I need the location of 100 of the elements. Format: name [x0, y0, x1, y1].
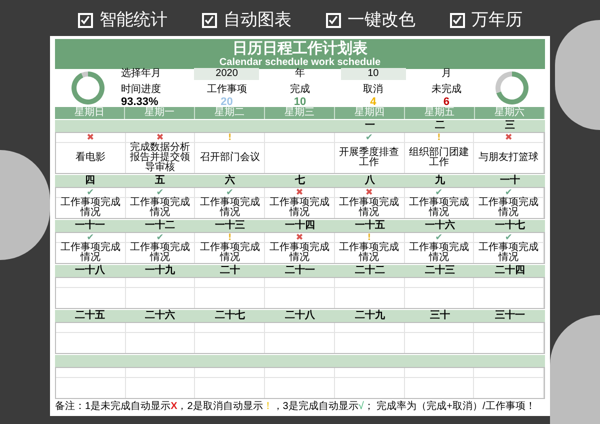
- task-text: 完成数据分析报告并提交领导审核: [129, 143, 192, 173]
- day-cell: [56, 278, 126, 308]
- status-mark: ✔: [156, 188, 164, 198]
- day-cell: [195, 323, 266, 353]
- weekday-header: 星期四: [335, 107, 405, 119]
- date-label: 二十三: [425, 265, 455, 277]
- stat-value: 4: [370, 96, 376, 108]
- status-mark: ✖: [156, 132, 164, 142]
- task-text: 召开部门会议: [200, 153, 260, 163]
- task-text: 工作事项完成情况: [59, 243, 122, 263]
- date-label: 一十四: [285, 220, 315, 232]
- date-label: 二十八: [285, 310, 315, 322]
- task-text: 开展季度排查工作: [338, 148, 400, 168]
- footnote: 备注：1是未完成自动显示X，2是取消自动显示！，3是完成自动显示√； 完成率为（完成+取消）/工作事项！: [55, 401, 536, 413]
- status-mark: ✔: [86, 188, 94, 198]
- check-icon: [452, 15, 462, 25]
- stat-value: 6: [443, 96, 450, 108]
- title: 日历日程工作计划表: [232, 40, 368, 57]
- date-label: 二十一: [285, 265, 315, 277]
- unit-label: 年: [294, 68, 306, 80]
- weekday-header: 星期六: [475, 107, 545, 119]
- date-label: 一十八: [75, 265, 105, 277]
- day-cell: [265, 278, 335, 308]
- task-text: 工作事项完成情况: [268, 243, 330, 263]
- date-label: 二十二: [355, 265, 385, 277]
- date-label: 一: [365, 120, 375, 132]
- status-mark: ✔: [504, 188, 512, 198]
- stat-label: 取消: [363, 84, 384, 96]
- stat-value: 93.33%: [121, 96, 158, 108]
- task-text: 工作事项完成情况: [59, 198, 122, 218]
- weekday-header: 星期二: [195, 107, 265, 119]
- date-label: 三十一: [495, 310, 525, 322]
- date-label: 一十: [500, 175, 520, 187]
- date-label: 二十六: [145, 310, 175, 322]
- day-cell: [474, 323, 544, 353]
- date-label: 一十一: [75, 220, 105, 232]
- day-cell: [404, 368, 474, 398]
- weekday-header: 星期五: [405, 107, 475, 119]
- status-mark: !: [436, 132, 441, 142]
- task-text: 看电影: [75, 153, 106, 163]
- status-mark: ✖: [504, 132, 512, 142]
- status-mark: ✔: [365, 132, 373, 142]
- task-text: 工作事项完成情况: [198, 243, 261, 263]
- check-icon: [204, 15, 214, 25]
- task-text: 工作事项完成情况: [198, 198, 261, 218]
- field-label: 选择年月: [121, 68, 162, 80]
- date-label: 四: [85, 175, 95, 187]
- task-text: 工作事项完成情况: [129, 243, 192, 263]
- day-cell: [195, 368, 266, 398]
- checkbox[interactable]: [78, 12, 92, 28]
- task-text: 工作事项完成情况: [478, 243, 540, 263]
- task-text: 工作事项完成情况: [408, 198, 470, 218]
- date-label: 一十二: [145, 220, 175, 232]
- checkbox[interactable]: [202, 12, 216, 28]
- status-mark: ✔: [156, 232, 164, 242]
- subtitle: Calendar schedule work schedule: [219, 57, 381, 68]
- day-cell: [474, 368, 544, 398]
- date-label: 一十六: [425, 220, 455, 232]
- unit-label: 月: [440, 68, 452, 80]
- day-cell: [195, 278, 266, 308]
- weekday-header: 星期三: [265, 107, 335, 119]
- check-icon: [328, 15, 338, 25]
- date-label: 二十五: [75, 310, 105, 322]
- date-label: 五: [155, 175, 165, 187]
- stat-label: 完成: [290, 84, 310, 96]
- feature-label: 万年历: [472, 10, 522, 30]
- day-cell: [265, 368, 335, 398]
- day-cell: [265, 323, 335, 353]
- task-text: 工作事项完成情况: [338, 198, 400, 218]
- date-label: 七: [295, 175, 305, 187]
- status-mark: ✖: [296, 232, 304, 242]
- date-label: 九: [435, 175, 445, 187]
- stat-label: 工作事项: [206, 84, 247, 96]
- day-cell: [474, 278, 544, 308]
- feature-label: 智能统计: [100, 10, 168, 30]
- stat-value: 10: [294, 96, 306, 108]
- stat-value: 20: [220, 96, 233, 108]
- status-mark: ✔: [435, 188, 443, 198]
- date-label: 一十五: [355, 220, 385, 232]
- task-text: 工作事项完成情况: [129, 198, 192, 218]
- day-cell: [126, 323, 196, 353]
- status-mark: !: [228, 132, 232, 142]
- date-label: 八: [365, 175, 375, 187]
- year-month-field[interactable]: 2020: [194, 68, 260, 80]
- status-mark: ✖: [86, 132, 94, 142]
- day-cell: [56, 368, 126, 398]
- checkbox[interactable]: [326, 12, 340, 28]
- day-cell: [404, 278, 474, 308]
- day-cell: [56, 323, 126, 353]
- task-text: 组织部门团建工作: [408, 148, 470, 168]
- task-text: 工作事项完成情况: [478, 198, 540, 218]
- date-label: 一十九: [145, 265, 175, 277]
- task-text: 与朋友打篮球: [478, 153, 539, 163]
- status-mark: ✔: [504, 232, 512, 242]
- status-mark: ✖: [296, 188, 304, 198]
- date-label: 一十三: [215, 220, 245, 232]
- task-text: 工作事项完成情况: [338, 243, 400, 263]
- day-cell: [404, 323, 474, 353]
- checkbox[interactable]: [450, 12, 464, 28]
- year-month-field[interactable]: 10: [340, 68, 406, 80]
